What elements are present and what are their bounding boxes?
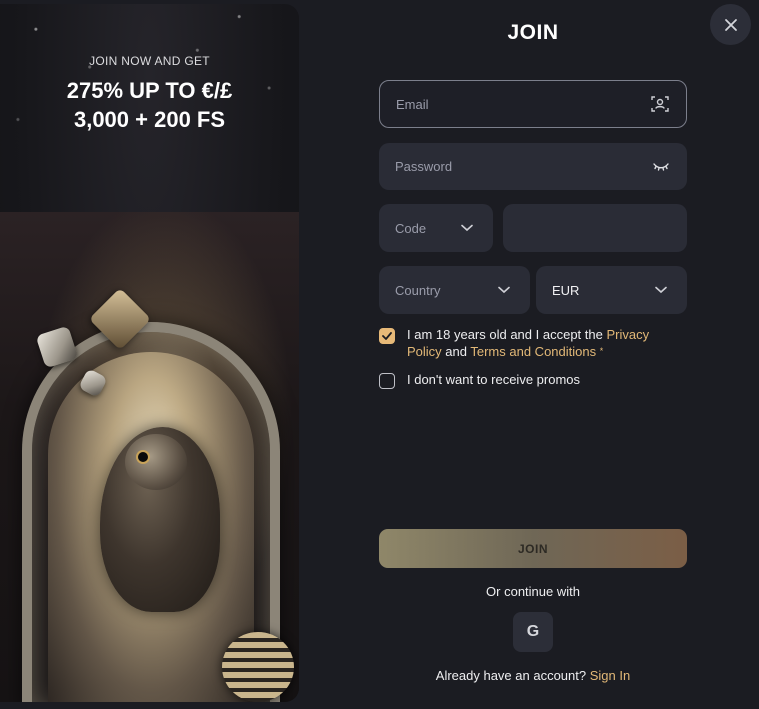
google-login-button[interactable]: G (513, 612, 553, 652)
form-title: JOIN (507, 21, 559, 44)
eye-closed-icon[interactable] (651, 157, 671, 177)
terms-row: I am 18 years old and I accept the Priva… (379, 327, 679, 360)
currency-select[interactable]: EUR (536, 266, 687, 314)
promo-subtitle: JOIN NOW AND GET (89, 54, 210, 68)
casino-chips (222, 632, 294, 702)
terms-text-before: I am 18 years old and I accept the (407, 327, 607, 342)
email-field[interactable]: Email (379, 80, 687, 128)
terms-and-text: and (441, 344, 471, 359)
falcon-head (125, 434, 187, 490)
falcon-eye (138, 452, 148, 462)
google-icon: G (526, 623, 540, 640)
promo-text: JOIN NOW AND GET 275% UP TO €/£ 3,000 + … (0, 54, 299, 134)
code-placeholder: Code (395, 220, 427, 236)
password-placeholder: Password (395, 159, 453, 174)
terms-label: I am 18 years old and I accept the Priva… (407, 327, 679, 360)
promo-headline-line2: 3,000 + 200 FS (73, 107, 226, 132)
required-mark: * (599, 346, 604, 356)
password-field[interactable]: Password (379, 143, 687, 190)
terms-conditions-link[interactable]: Terms and Conditions (470, 344, 596, 359)
currency-value: EUR (552, 282, 580, 298)
signin-row: Already have an account? Sign In (379, 668, 687, 683)
signin-link[interactable]: Sign In (590, 668, 630, 683)
promos-label: I don't want to receive promos (407, 372, 581, 387)
close-icon (724, 18, 737, 31)
chevron-down-icon (651, 280, 671, 300)
phone-number-input[interactable] (503, 204, 687, 252)
promo-headline: 275% UP TO €/£ 3,000 + 200 FS (0, 76, 299, 134)
signin-prompt: Already have an account? (435, 668, 587, 683)
phone-code-select[interactable]: Code (379, 204, 493, 252)
join-button[interactable]: JOIN (379, 529, 687, 568)
promo-artwork (0, 212, 299, 702)
close-button[interactable] (710, 4, 751, 45)
email-placeholder: Email (396, 96, 429, 112)
user-scan-icon (650, 94, 670, 114)
chevron-down-icon (494, 280, 514, 300)
or-continue-text: Or continue with (486, 584, 580, 599)
country-select[interactable]: Country (379, 266, 530, 314)
chevron-down-icon (457, 218, 477, 238)
promo-panel: JOIN NOW AND GET 275% UP TO €/£ 3,000 + … (0, 4, 299, 702)
promos-row: I don't want to receive promos (379, 372, 679, 389)
terms-checkbox[interactable] (379, 328, 395, 344)
promos-checkbox[interactable] (379, 373, 395, 389)
country-placeholder: Country (395, 282, 441, 298)
promo-headline-line1: 275% UP TO €/£ (66, 78, 233, 103)
checkmark-icon (382, 332, 392, 340)
